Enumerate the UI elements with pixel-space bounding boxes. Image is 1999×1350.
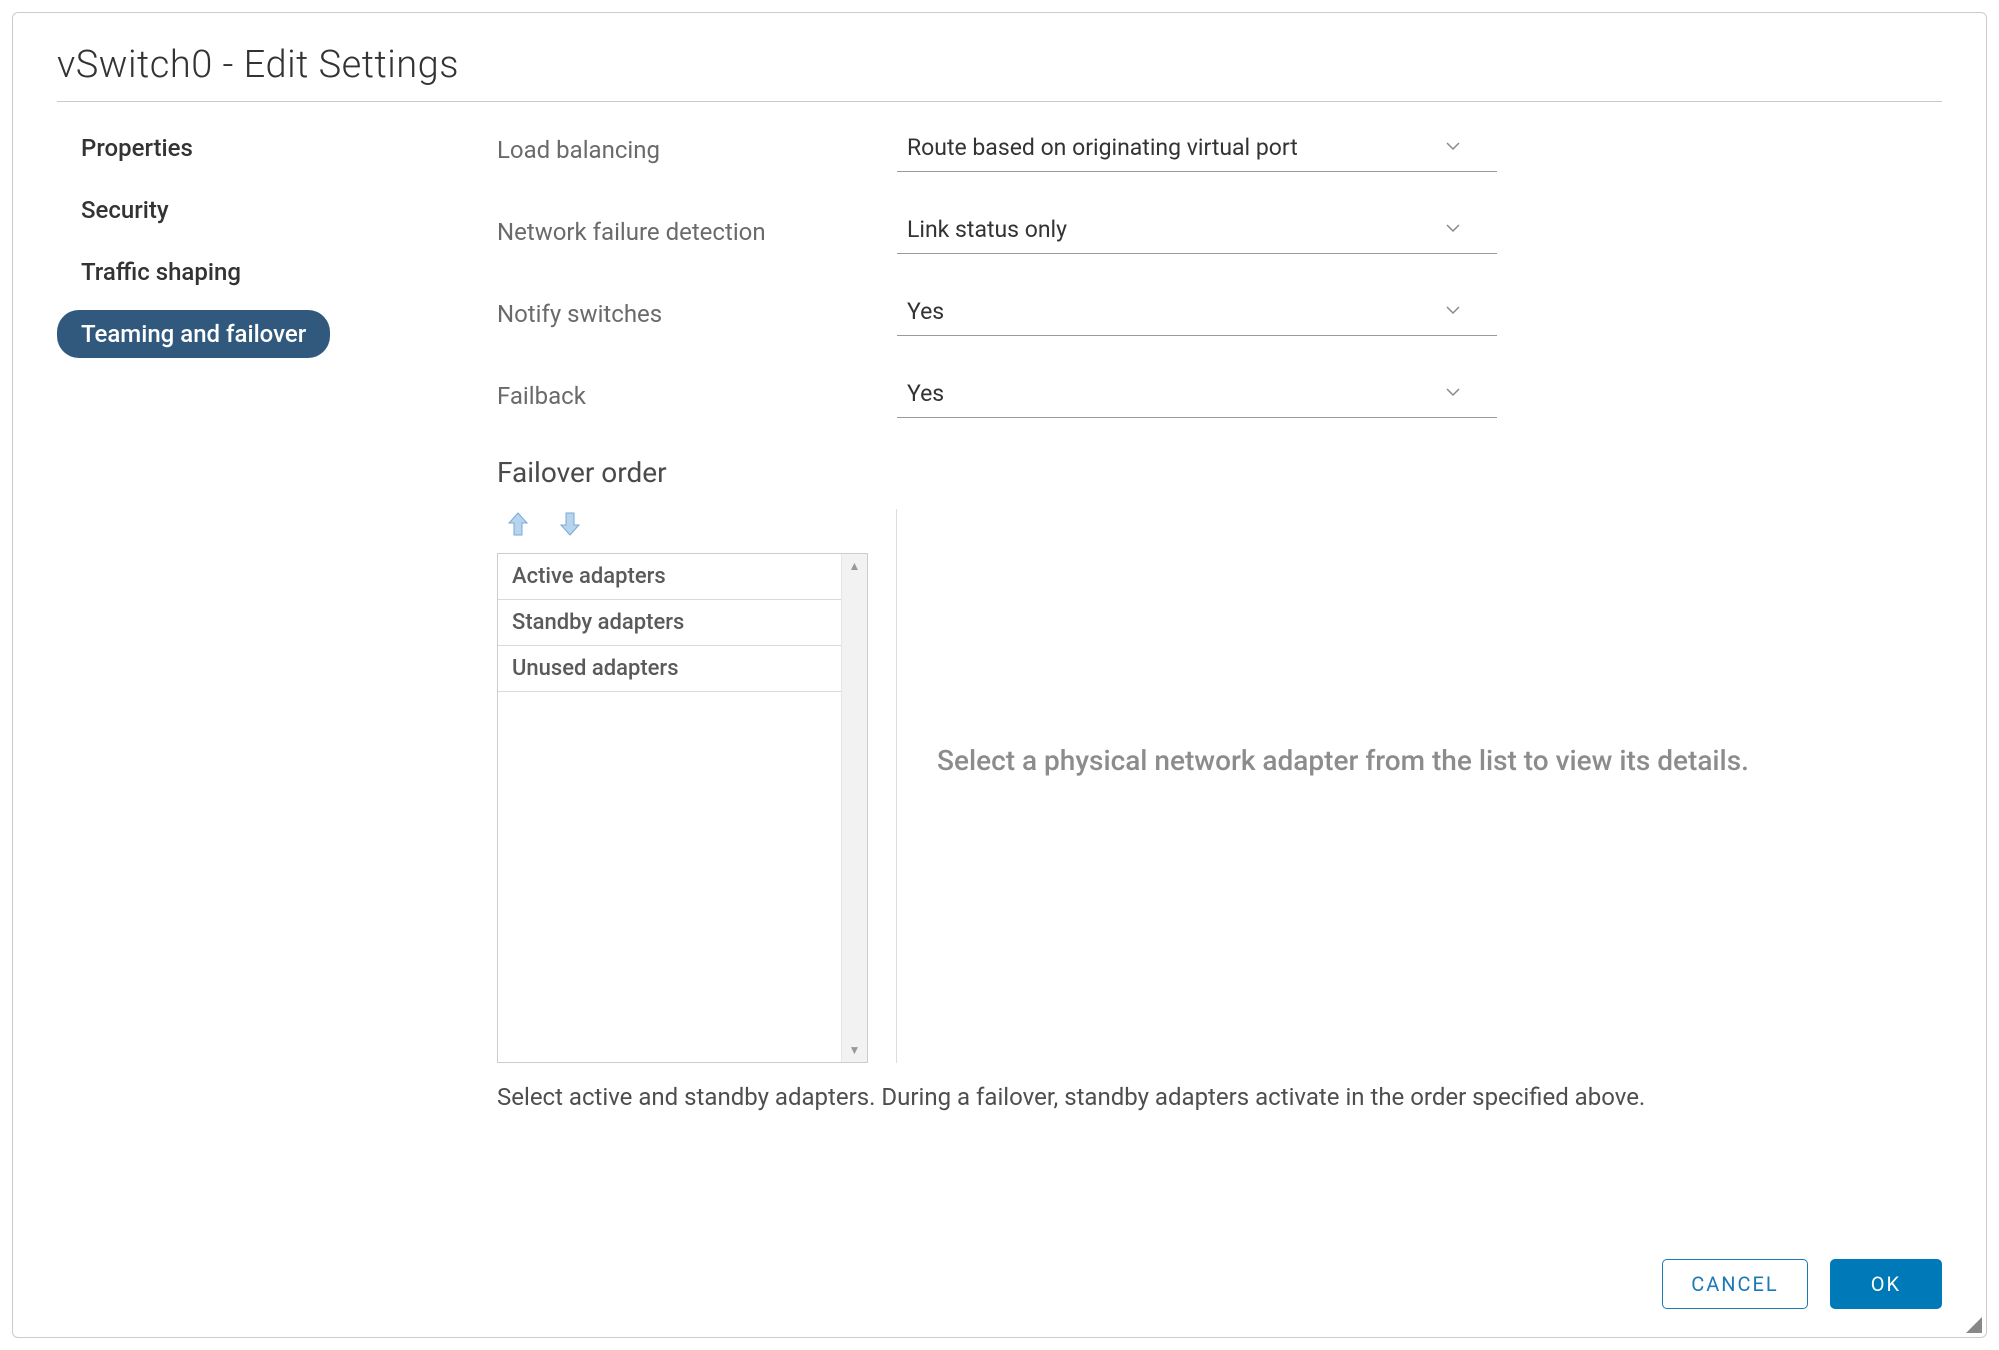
row-load-balancing: Load balancing Route based on originatin… (497, 128, 1942, 172)
adapter-group-unused[interactable]: Unused adapters (498, 646, 841, 692)
dialog-footer: CANCEL OK (57, 1229, 1942, 1309)
move-up-button[interactable] (505, 509, 531, 539)
adapter-group-standby[interactable]: Standby adapters (498, 600, 841, 646)
chevron-down-icon (1445, 386, 1461, 402)
failover-panel: Active adapters Standby adapters Unused … (497, 509, 1942, 1063)
reorder-toolbar (497, 509, 868, 539)
failover-order-title: Failover order (497, 456, 1942, 489)
settings-nav: Properties Security Traffic shaping Team… (57, 124, 457, 1229)
cancel-button[interactable]: CANCEL (1662, 1259, 1808, 1309)
scroll-down-icon[interactable]: ▼ (842, 1038, 867, 1062)
select-notify-switches-value: Yes (907, 298, 944, 325)
nav-item-properties[interactable]: Properties (57, 124, 217, 172)
label-notify-switches: Notify switches (497, 300, 897, 328)
select-load-balancing[interactable]: Route based on originating virtual port (897, 128, 1497, 172)
label-failback: Failback (497, 382, 897, 410)
adapter-detail-side: Select a physical network adapter from t… (897, 509, 1942, 1063)
settings-panel: Load balancing Route based on originatin… (457, 124, 1942, 1229)
select-load-balancing-value: Route based on originating virtual port (907, 134, 1298, 161)
select-notify-switches[interactable]: Yes (897, 292, 1497, 336)
chevron-down-icon (1445, 304, 1461, 320)
label-load-balancing: Load balancing (497, 136, 897, 164)
dialog-title: vSwitch0 - Edit Settings (57, 43, 1942, 102)
resize-handle-icon[interactable] (1966, 1317, 1982, 1333)
chevron-down-icon (1445, 140, 1461, 156)
adapter-detail-placeholder: Select a physical network adapter from t… (937, 739, 1817, 784)
select-failure-detection-value: Link status only (907, 216, 1067, 243)
adapter-list-side: Active adapters Standby adapters Unused … (497, 509, 897, 1063)
nav-item-traffic-shaping[interactable]: Traffic shaping (57, 248, 265, 296)
adapter-group-active[interactable]: Active adapters (498, 554, 841, 600)
dialog-content: Properties Security Traffic shaping Team… (57, 124, 1942, 1229)
chevron-down-icon (1445, 222, 1461, 238)
nav-item-security[interactable]: Security (57, 186, 193, 234)
select-failback-value: Yes (907, 380, 944, 407)
edit-settings-dialog: vSwitch0 - Edit Settings Properties Secu… (12, 12, 1987, 1338)
row-failback: Failback Yes (497, 374, 1942, 418)
scroll-up-icon[interactable]: ▲ (842, 554, 867, 578)
label-failure-detection: Network failure detection (497, 218, 897, 246)
ok-button[interactable]: OK (1830, 1259, 1942, 1309)
arrow-down-icon (559, 511, 581, 537)
row-notify-switches: Notify switches Yes (497, 292, 1942, 336)
select-failure-detection[interactable]: Link status only (897, 210, 1497, 254)
move-down-button[interactable] (557, 509, 583, 539)
arrow-up-icon (507, 511, 529, 537)
adapter-list[interactable]: Active adapters Standby adapters Unused … (498, 554, 841, 1062)
row-failure-detection: Network failure detection Link status on… (497, 210, 1942, 254)
adapter-scrollbar[interactable]: ▲ ▼ (841, 554, 867, 1062)
nav-item-teaming-failover[interactable]: Teaming and failover (57, 310, 330, 358)
failover-helper-text: Select active and standby adapters. Duri… (497, 1083, 1942, 1111)
adapter-listbox: Active adapters Standby adapters Unused … (497, 553, 868, 1063)
select-failback[interactable]: Yes (897, 374, 1497, 418)
